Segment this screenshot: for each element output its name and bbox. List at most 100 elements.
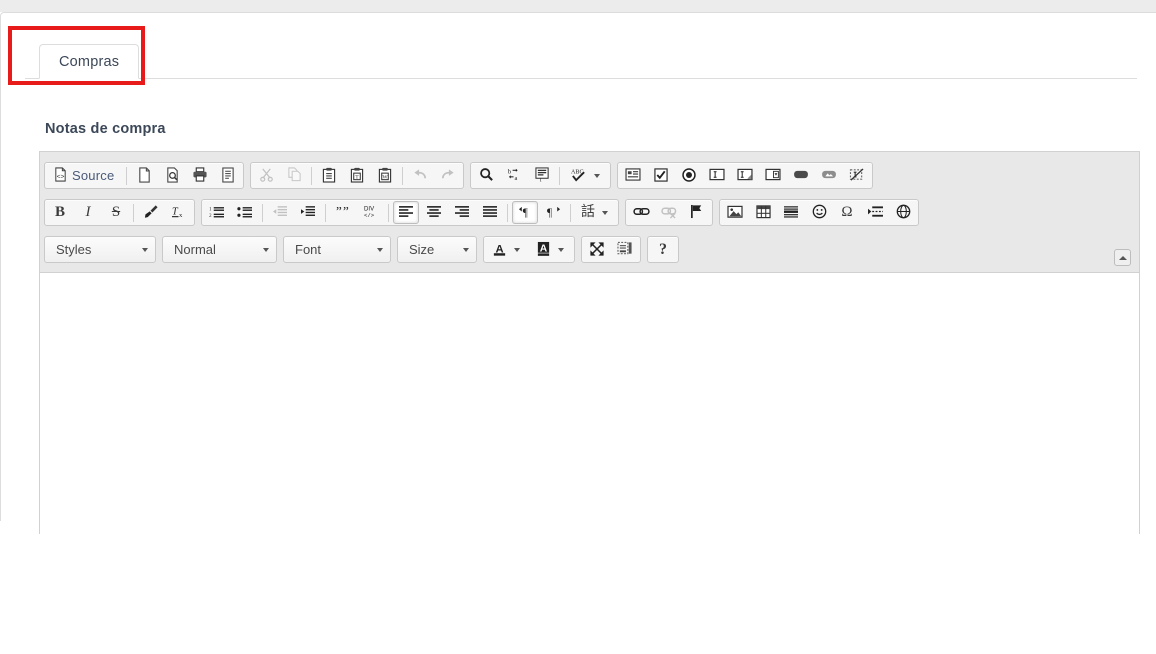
language-button[interactable]: 話 xyxy=(575,201,616,224)
font-size-dropdown[interactable]: Size xyxy=(397,236,477,263)
align-right-button[interactable] xyxy=(449,201,475,224)
decrease-indent-button[interactable] xyxy=(267,201,293,224)
toolbar-group-editing: ba I ABC xyxy=(470,162,612,189)
styles-dropdown-value: Styles xyxy=(56,242,92,257)
checkbox-button[interactable] xyxy=(648,164,674,187)
justify-button[interactable] xyxy=(477,201,503,224)
smiley-button[interactable] xyxy=(806,201,832,224)
align-center-button[interactable] xyxy=(421,201,447,224)
content-panel: Compras Notas de compra <> Source T W b … xyxy=(0,12,1156,654)
toolbar-group-document: <> Source xyxy=(44,162,245,189)
copy-button[interactable] xyxy=(281,164,307,187)
bold-button[interactable]: B xyxy=(47,201,73,224)
svg-text:T: T xyxy=(356,174,360,180)
increase-indent-button[interactable] xyxy=(295,201,321,224)
select-field-button[interactable] xyxy=(760,164,786,187)
text-direction-ltr-icon: ¶ xyxy=(518,205,533,221)
rtl-button[interactable]: ¶ xyxy=(540,201,566,224)
svg-text:¶: ¶ xyxy=(522,207,527,219)
undo-button[interactable] xyxy=(407,164,433,187)
div-container-icon: DIV </> xyxy=(363,204,380,221)
text-field-button[interactable] xyxy=(704,164,730,187)
background-color-icon: A xyxy=(536,241,551,259)
clear-format-button[interactable]: Tx xyxy=(166,201,192,224)
table-button[interactable] xyxy=(750,201,776,224)
hidden-field-icon xyxy=(849,167,865,184)
toolbar-row-3: Styles Normal Font Size A A ? xyxy=(44,231,1135,268)
chevron-down-icon xyxy=(602,210,608,215)
iframe-button[interactable] xyxy=(890,201,916,224)
paste-button[interactable] xyxy=(316,164,342,187)
templates-button[interactable] xyxy=(215,164,241,187)
styles-dropdown[interactable]: Styles xyxy=(44,236,156,263)
numbered-list-button[interactable]: 12 xyxy=(204,201,230,224)
horizontal-rule-button[interactable] xyxy=(778,201,804,224)
cut-button[interactable] xyxy=(253,164,279,187)
button-button[interactable] xyxy=(788,164,814,187)
anchor-flag-icon xyxy=(690,204,704,221)
unlink-button[interactable] xyxy=(656,201,682,224)
find-button[interactable] xyxy=(473,164,499,187)
unlink-icon xyxy=(660,205,678,221)
toolbar-group-insert: Ω xyxy=(719,199,919,226)
svg-text:¶: ¶ xyxy=(546,207,551,219)
paste-from-word-button[interactable]: W xyxy=(372,164,398,187)
select-field-icon xyxy=(765,168,781,183)
toolbar-row-2: B I S Tx 1 2 ” ” DIV </> ¶ ¶ 話 Ω xyxy=(44,194,1135,231)
radio-button-icon xyxy=(682,167,697,184)
about-button[interactable]: ? xyxy=(650,238,676,261)
image-button-button[interactable] xyxy=(816,164,842,187)
replace-button[interactable]: ba xyxy=(501,164,527,187)
maximize-button[interactable] xyxy=(584,238,610,261)
anchor-button[interactable] xyxy=(684,201,710,224)
svg-text:<>: <> xyxy=(57,173,65,180)
chevron-down-icon xyxy=(463,247,469,252)
special-char-button[interactable]: Ω xyxy=(834,201,860,224)
blockquote-icon: ”” xyxy=(335,203,351,221)
italic-button[interactable]: I xyxy=(75,201,101,224)
tab-compras[interactable]: Compras xyxy=(39,44,140,79)
source-button-label: Source xyxy=(72,168,115,183)
ltr-button[interactable]: ¶ xyxy=(512,201,538,224)
blockquote-button[interactable]: ”” xyxy=(330,201,356,224)
strikethrough-button[interactable]: S xyxy=(103,201,129,224)
page-break-button[interactable] xyxy=(862,201,888,224)
field-label-notas-de-compra: Notas de compra xyxy=(45,121,166,137)
text-color-button[interactable]: A xyxy=(486,238,528,261)
paragraph-format-dropdown[interactable]: Normal xyxy=(162,236,277,263)
align-left-button[interactable] xyxy=(393,201,419,224)
preview-button[interactable] xyxy=(159,164,185,187)
align-left-icon xyxy=(398,205,414,221)
show-blocks-button[interactable] xyxy=(612,238,638,261)
collapse-toolbar-button[interactable] xyxy=(1114,249,1131,266)
form-icon xyxy=(625,168,641,183)
redo-button[interactable] xyxy=(435,164,461,187)
bulleted-list-button[interactable] xyxy=(232,201,258,224)
hidden-field-button[interactable] xyxy=(844,164,870,187)
link-icon xyxy=(632,205,650,220)
separator xyxy=(559,166,561,185)
button-icon xyxy=(793,169,809,182)
new-page-button[interactable] xyxy=(131,164,157,187)
image-button[interactable] xyxy=(722,201,748,224)
undo-arrow-icon xyxy=(412,168,428,184)
textarea-button[interactable] xyxy=(732,164,758,187)
text-color-icon: A xyxy=(492,241,507,259)
div-container-button[interactable]: DIV </> xyxy=(358,201,384,224)
link-button[interactable] xyxy=(628,201,654,224)
ckeditor-content-area[interactable] xyxy=(40,273,1139,654)
chevron-down-icon xyxy=(377,247,383,252)
spellcheck-button[interactable]: ABC xyxy=(564,164,608,187)
form-button[interactable] xyxy=(620,164,646,187)
font-family-dropdown[interactable]: Font xyxy=(283,236,391,263)
paste-as-text-button[interactable]: T xyxy=(344,164,370,187)
source-button[interactable]: <> Source xyxy=(47,164,122,187)
separator xyxy=(402,166,404,185)
remove-format-button[interactable] xyxy=(138,201,164,224)
print-button[interactable] xyxy=(187,164,213,187)
radio-button[interactable] xyxy=(676,164,702,187)
toolbar-group-basic-styles: B I S Tx xyxy=(44,199,195,226)
background-color-button[interactable]: A xyxy=(530,238,572,261)
increase-indent-icon xyxy=(300,205,316,221)
select-all-button[interactable]: I xyxy=(529,164,555,187)
